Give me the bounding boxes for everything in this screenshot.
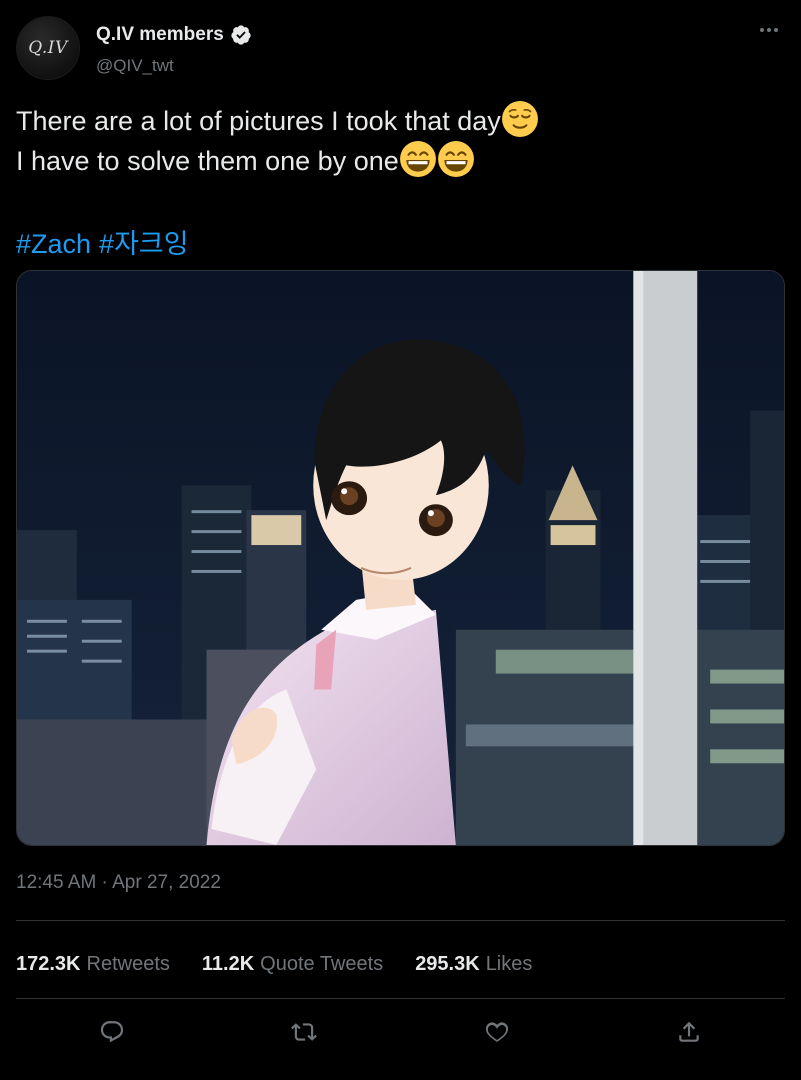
grinning-face-emoji: [399, 141, 436, 177]
tweet-timestamp[interactable]: 12:45 AM · Apr 27, 2022: [16, 872, 221, 894]
likes-label: Likes: [485, 952, 533, 975]
author-handle[interactable]: @QIV_twt: [96, 56, 174, 76]
tweet-line-1-text: There are a lot of pictures I took that …: [16, 106, 501, 136]
avatar[interactable]: Q.IV: [16, 16, 80, 80]
timestamp-time: 12:45 AM: [16, 872, 97, 893]
share-button[interactable]: [669, 1012, 709, 1052]
retweets-label: Retweets: [86, 952, 170, 975]
divider: [16, 920, 785, 921]
avatar-logo-text: Q.IV: [28, 38, 68, 58]
tweet-line-1: There are a lot of pictures I took that …: [16, 100, 785, 140]
anime-character-night-city-image: [17, 271, 784, 845]
tweet-text: There are a lot of pictures I took that …: [16, 100, 785, 180]
hashtag-row: #Zach #자크잉: [16, 224, 197, 264]
verified-badge-icon: [231, 25, 251, 45]
reply-button[interactable]: [92, 1012, 132, 1052]
hashtag-link[interactable]: #Zach: [16, 229, 91, 259]
retweet-button[interactable]: [284, 1012, 324, 1052]
quote-tweets-stat[interactable]: 11.2K Quote Tweets: [202, 953, 383, 976]
like-icon: [485, 1022, 508, 1042]
retweets-count: 172.3K: [16, 952, 81, 975]
quote-tweets-label: Quote Tweets: [260, 952, 384, 975]
more-dot: [774, 28, 778, 32]
more-options-icon[interactable]: [755, 18, 783, 42]
likes-stat[interactable]: 295.3K Likes: [415, 953, 532, 976]
tweet-line-2-text: I have to solve them one by one: [16, 146, 399, 176]
retweet-icon: [291, 1023, 318, 1041]
more-dot: [760, 28, 764, 32]
timestamp-date: Apr 27, 2022: [112, 872, 221, 893]
quote-tweets-count: 11.2K: [201, 952, 255, 975]
grinning-face-emoji: [437, 141, 474, 177]
tweet-media-image[interactable]: [16, 270, 785, 846]
tweet-header: Q.IV Q.IV members @QIV_twt: [16, 16, 785, 80]
timestamp-separator: ·: [96, 872, 113, 893]
tweet-actions-bar: [16, 1000, 785, 1064]
tweet-line-2: I have to solve them one by one: [16, 140, 785, 180]
hashtag-link[interactable]: #자크잉: [99, 229, 189, 259]
divider: [16, 998, 785, 999]
more-dot: [767, 28, 771, 32]
reply-icon: [101, 1021, 124, 1043]
engagement-stats: 172.3K Retweets 11.2K Quote Tweets 295.3K L…: [16, 936, 532, 992]
like-button[interactable]: [477, 1012, 517, 1052]
likes-count: 295.3K: [415, 952, 480, 975]
relieved-face-emoji: [501, 101, 538, 137]
retweets-stat[interactable]: 172.3K Retweets: [16, 953, 170, 976]
share-icon: [679, 1021, 699, 1042]
author-name-row[interactable]: Q.IV members: [96, 24, 252, 46]
author-display-name[interactable]: Q.IV members: [96, 24, 224, 46]
